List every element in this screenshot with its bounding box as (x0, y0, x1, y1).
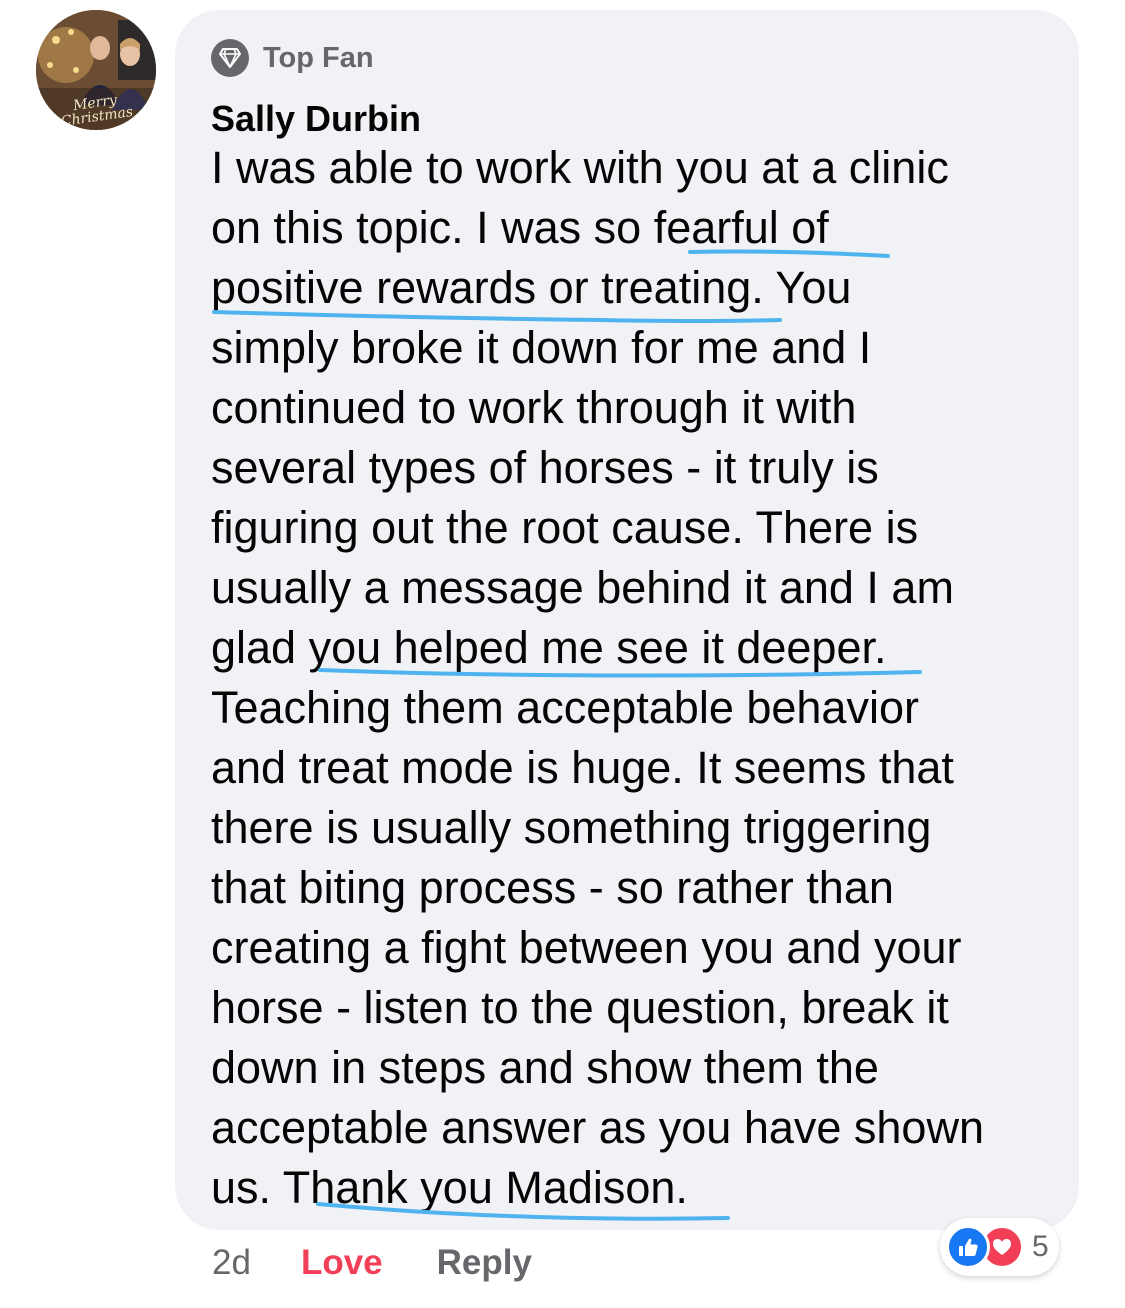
comment-line: acceptable answer as you have shown (211, 1102, 984, 1153)
comment-line: usually a message behind it and I am (211, 562, 954, 613)
comment-line: us. Thank you Madison. (211, 1162, 688, 1213)
comment-line: creating a fight between you and your (211, 922, 962, 973)
top-fan-badge[interactable]: Top Fan (211, 38, 374, 78)
reaction-summary[interactable]: 5 (940, 1218, 1059, 1276)
comment-line: and treat mode is huge. It seems that (211, 742, 954, 793)
comment-line: simply broke it down for me and I (211, 322, 872, 373)
comment-line: positive rewards or treating. You (211, 262, 852, 313)
comment-bubble: Top Fan Sally Durbin I was able to work … (175, 10, 1079, 1230)
avatar[interactable]: Merry Christmas (36, 10, 156, 130)
comment-line: figuring out the root cause. There is (211, 502, 919, 553)
comment-line: horse - listen to the question, break it (211, 982, 949, 1033)
comment-line: on this topic. I was so fearful of (211, 202, 829, 253)
comment-line: continued to work through it with (211, 382, 857, 433)
author-name[interactable]: Sally Durbin (211, 98, 421, 140)
love-button[interactable]: Love (301, 1243, 383, 1283)
diamond-icon (211, 39, 249, 77)
reply-button[interactable]: Reply (437, 1243, 532, 1283)
comment-line: down in steps and show them the (211, 1042, 879, 1093)
timestamp[interactable]: 2d (212, 1243, 251, 1283)
comment-line: Teaching them acceptable behavior (211, 682, 919, 733)
reaction-count: 5 (1032, 1230, 1049, 1263)
badge-label: Top Fan (263, 41, 374, 74)
comment-line: that biting process - so rather than (211, 862, 894, 913)
comment-line: there is usually something triggering (211, 802, 932, 853)
like-icon (946, 1225, 990, 1269)
comment-line: glad you helped me see it deeper. (211, 622, 887, 673)
comment-line: several types of horses - it truly is (211, 442, 879, 493)
comment-actions: 2d Love Reply (212, 1238, 532, 1288)
comment-line: I was able to work with you at a clinic (211, 142, 949, 193)
